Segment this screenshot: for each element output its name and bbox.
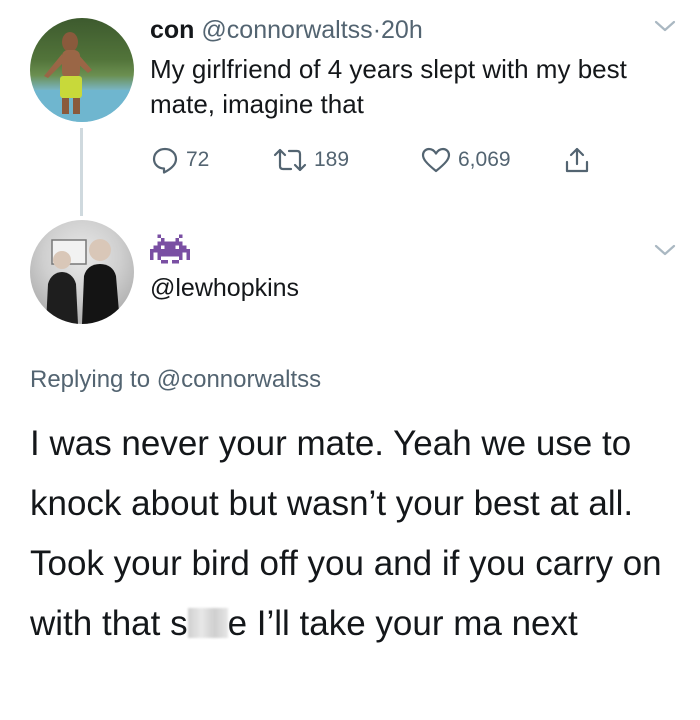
retweet-icon [273, 148, 307, 172]
replying-to: Replying to @connorwaltss [30, 364, 321, 396]
chevron-down-icon [654, 244, 676, 256]
avatar-image [46, 239, 120, 324]
retweet-count: 189 [314, 148, 350, 171]
reply-text: I was never your mate. Yeah we use to kn… [30, 414, 680, 654]
replying-prefix: Replying to [30, 366, 151, 393]
censored-word [187, 608, 228, 638]
replying-to-handle[interactable]: @connorwaltss [157, 366, 321, 393]
avatar-lewhopkins[interactable] [30, 220, 134, 324]
header-separator: · [372, 16, 382, 44]
retweet-button[interactable]: 189 [272, 142, 349, 178]
share-icon [565, 147, 589, 173]
reply-count: 72 [186, 148, 210, 171]
thread-connector-line [80, 128, 83, 216]
tweet-time[interactable]: 20h [381, 16, 423, 44]
share-button[interactable] [562, 142, 592, 178]
display-name[interactable]: con [150, 16, 194, 44]
reply-user-handle[interactable]: @lewhopkins [150, 272, 299, 304]
reply-icon [152, 147, 178, 174]
like-button[interactable]: 6,069 [420, 142, 511, 178]
reply-button[interactable]: 72 [150, 142, 209, 178]
tweet-header: con @connorwaltss·20h [150, 14, 423, 46]
chevron-down-icon [654, 20, 676, 32]
user-handle[interactable]: @connorwaltss [201, 16, 372, 44]
reply-text-part2: e I’ll take your ma next [227, 604, 578, 643]
reply-more-button[interactable] [652, 240, 678, 265]
avatar-connorwaltss[interactable] [30, 18, 134, 122]
heart-icon [421, 147, 451, 173]
tweet-more-button[interactable] [652, 16, 678, 41]
like-count: 6,069 [458, 148, 511, 171]
tweet-text: My girlfriend of 4 years slept with my b… [150, 54, 627, 119]
tweet-actions: 72 189 6,069 [150, 142, 650, 178]
avatar-image [30, 32, 134, 122]
space-invader-icon [150, 234, 190, 269]
